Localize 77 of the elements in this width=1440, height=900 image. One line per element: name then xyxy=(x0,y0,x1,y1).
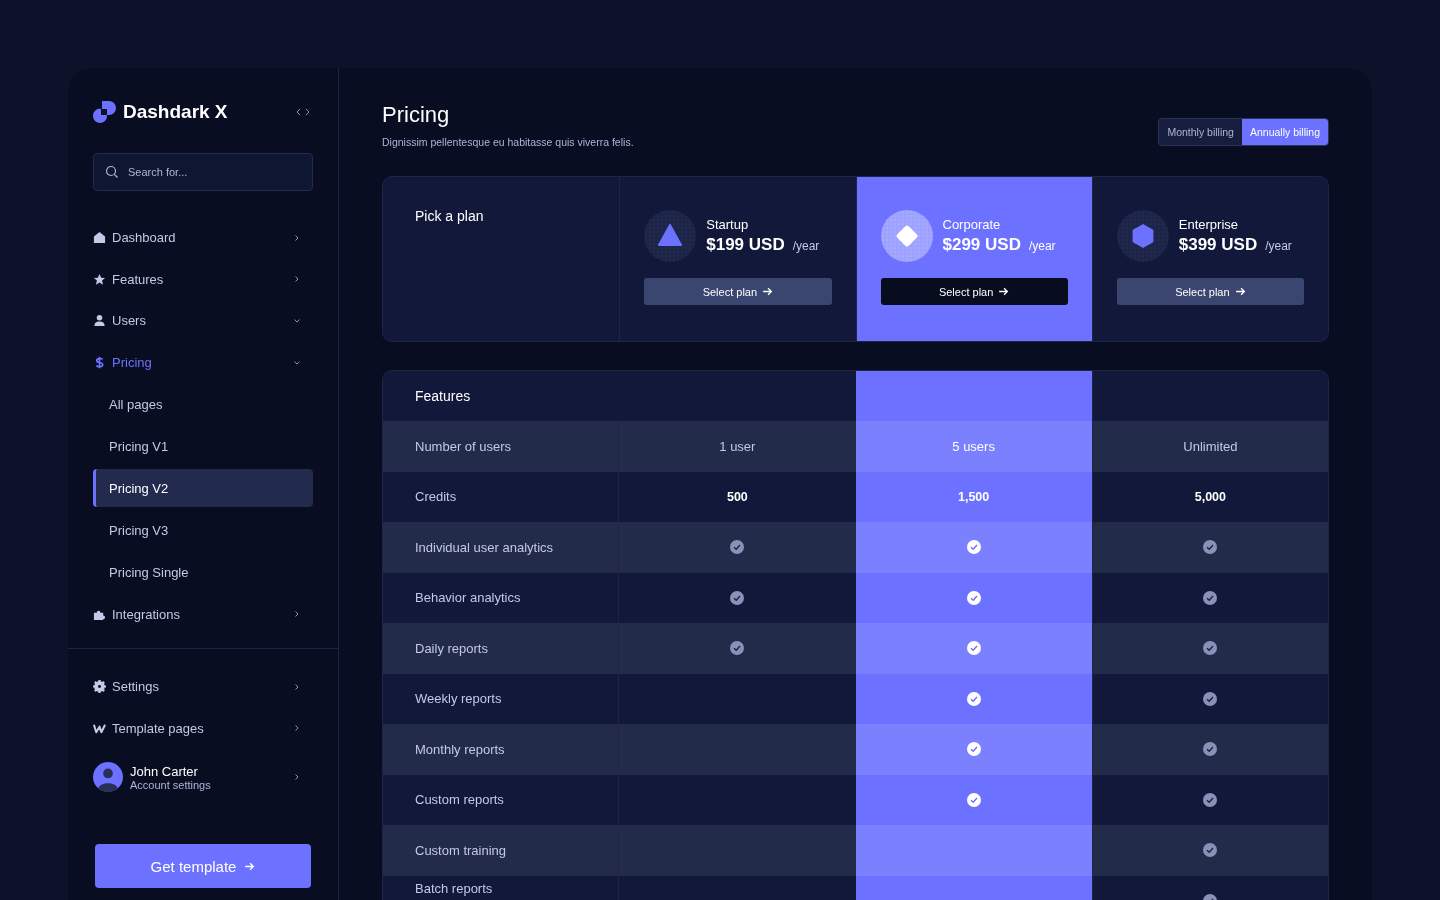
logo-icon xyxy=(93,100,117,124)
arrow-right-icon xyxy=(244,860,256,872)
chevron-right-icon xyxy=(293,610,301,619)
feature-name: Custom reports xyxy=(415,792,504,808)
get-template-button[interactable]: Get template xyxy=(95,844,311,889)
page-subtitle: Dignissim pellentesque eu habitasse quis viverra felis. xyxy=(382,136,634,148)
feature-name: Batch reports xyxy=(415,880,493,896)
chevron-right-icon xyxy=(293,724,301,733)
section-title: Features xyxy=(415,388,471,404)
table-cell: 5 users xyxy=(952,438,995,454)
arrow-right-icon xyxy=(1234,286,1246,297)
arrow-right-icon xyxy=(998,286,1010,297)
nav-item[interactable]: Integrations xyxy=(93,593,313,635)
chevron-down-icon xyxy=(293,358,301,367)
feature-name: Credits xyxy=(415,489,457,505)
nav-item[interactable]: Users xyxy=(93,300,313,342)
code-brackets-icon[interactable] xyxy=(295,108,311,116)
chevron-right-icon xyxy=(293,275,301,284)
search-icon xyxy=(105,165,119,179)
brand-name: Dashdark X xyxy=(123,101,229,123)
nav-subitem[interactable]: Pricing V2 xyxy=(93,469,313,508)
feature-name: Weekly reports xyxy=(415,691,502,707)
billing-option[interactable]: Monthly billing xyxy=(1159,119,1242,145)
feature-name: Custom training xyxy=(415,842,507,858)
select-plan-button[interactable]: Select plan xyxy=(880,278,1068,305)
feature-name: Number of users xyxy=(415,438,512,454)
plan-period: /year xyxy=(792,239,820,253)
table-cell: 5,000 xyxy=(1194,489,1226,504)
account-subtitle: Account settings xyxy=(130,778,212,791)
section-title: Pick a plan xyxy=(415,208,485,224)
arrow-right-icon xyxy=(762,286,774,297)
chevron-right-icon xyxy=(293,233,301,242)
plan-price: $399 USD xyxy=(1178,235,1258,255)
hexagon-icon xyxy=(1116,210,1169,262)
nav-item[interactable]: Features xyxy=(93,258,313,301)
user-icon xyxy=(93,314,106,328)
feature-name: Behavior analytics xyxy=(415,590,521,606)
table-cell: Unlimited xyxy=(1183,438,1238,454)
nav-subitem[interactable]: Pricing Single xyxy=(93,553,313,592)
plan-price: $299 USD xyxy=(942,235,1021,255)
select-plan-button[interactable]: Select plan xyxy=(644,278,832,305)
search-field[interactable]: Search for... xyxy=(93,153,313,191)
table-cell: 500 xyxy=(726,489,748,504)
plan-period: /year xyxy=(1028,239,1056,253)
nav-item[interactable]: Pricing xyxy=(93,341,313,384)
nav-subitem[interactable]: All pages xyxy=(93,385,313,424)
chevron-right-icon xyxy=(293,682,301,691)
chevron-right-icon xyxy=(293,773,301,782)
star-icon xyxy=(93,272,106,286)
plan-name: Enterprise xyxy=(1178,217,1239,232)
feature-name: Individual user analytics xyxy=(415,539,554,555)
diamond-icon xyxy=(880,210,933,262)
plan-price: $199 USD xyxy=(706,235,785,255)
billing-option[interactable]: Annually billing xyxy=(1241,119,1328,145)
table-cell: 1,500 xyxy=(958,489,990,504)
table-cell: 1 user xyxy=(719,438,756,454)
nav-subitem[interactable]: Pricing V1 xyxy=(93,427,313,466)
feature-name: Daily reports xyxy=(415,640,488,656)
avatar xyxy=(93,762,123,793)
plan-name: Corporate xyxy=(942,217,1002,232)
plan-name: Startup xyxy=(706,217,750,232)
select-plan-button[interactable]: Select plan xyxy=(1116,278,1304,305)
chevron-down-icon xyxy=(293,317,301,325)
nav-item[interactable]: Dashboard xyxy=(93,217,313,259)
nav-subitem[interactable]: Pricing V3 xyxy=(93,511,313,550)
house-icon xyxy=(93,231,106,245)
triangle-icon xyxy=(644,210,697,262)
feature-name: Monthly reports xyxy=(415,741,505,757)
settings-icon xyxy=(93,680,106,694)
page-title: Pricing xyxy=(382,102,451,128)
dollar-icon xyxy=(93,356,106,370)
account-item[interactable]: John Carter Account settings xyxy=(93,762,313,793)
account-name: John Carter xyxy=(130,763,199,779)
nav-item[interactable]: Template pages xyxy=(93,707,313,750)
plan-period: /year xyxy=(1265,239,1292,253)
w-logo-icon xyxy=(93,721,106,735)
nav-item[interactable]: Settings xyxy=(93,665,313,708)
